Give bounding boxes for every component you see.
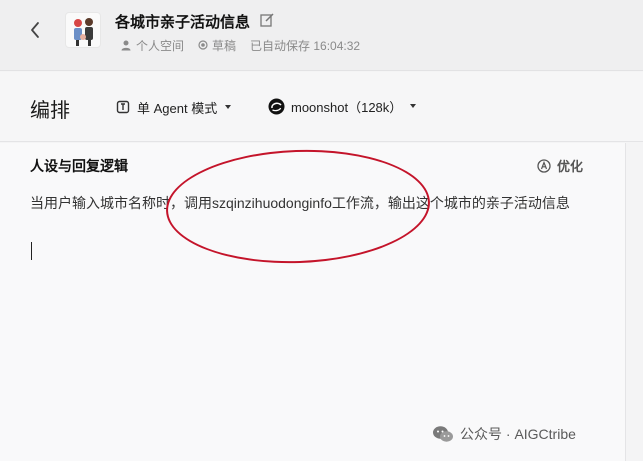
agent-mode-label: 单 Agent 模式 — [137, 100, 218, 116]
model-label: moonshot（128k） — [291, 99, 403, 115]
watermark: 公众号 · AIGCtribe — [432, 424, 576, 444]
bot-avatar[interactable] — [65, 12, 101, 48]
moonshot-logo-icon — [268, 98, 285, 114]
autosave-status: 已自动保存 16:04:32 — [250, 38, 361, 53]
chevron-left-icon — [31, 22, 39, 38]
caret-down-icon — [410, 104, 417, 108]
watermark-text: 公众号 · AIGCtribe — [460, 426, 576, 442]
space-info: 个人空间 — [120, 37, 184, 54]
space-label: 个人空间 — [136, 38, 185, 53]
wechat-icon — [433, 426, 453, 442]
arrange-heading: 编排 — [30, 100, 70, 122]
agent-mode-icon — [116, 100, 130, 114]
panel-divider — [625, 143, 626, 461]
optimize-label: 优化 — [557, 159, 584, 174]
caret-down-icon — [225, 105, 232, 109]
meta-info: 个人空间 草稿 已自动保存 16:04:32 — [120, 37, 374, 53]
model-select[interactable]: moonshot（128k） — [268, 96, 417, 116]
prompt-panel — [0, 143, 625, 461]
text-cursor — [31, 242, 32, 260]
status-label: 草稿 — [212, 38, 237, 53]
persona-section-title: 人设与回复逻辑 — [30, 158, 128, 174]
optimize-icon — [537, 158, 551, 173]
edit-icon[interactable] — [259, 12, 275, 28]
status-dot-icon — [198, 40, 208, 50]
agent-mode-select[interactable]: 单 Agent 模式 — [116, 97, 232, 117]
optimize-button[interactable]: 优化 — [537, 156, 583, 175]
user-icon — [121, 40, 131, 51]
back-button[interactable] — [24, 18, 46, 42]
draft-status: 草稿 — [198, 37, 236, 54]
prompt-editor[interactable]: 当用户输入城市名称时，调用szqinzihuodonginfo工作流，输出这个城… — [30, 192, 590, 215]
bot-title: 各城市亲子活动信息 — [115, 14, 251, 31]
